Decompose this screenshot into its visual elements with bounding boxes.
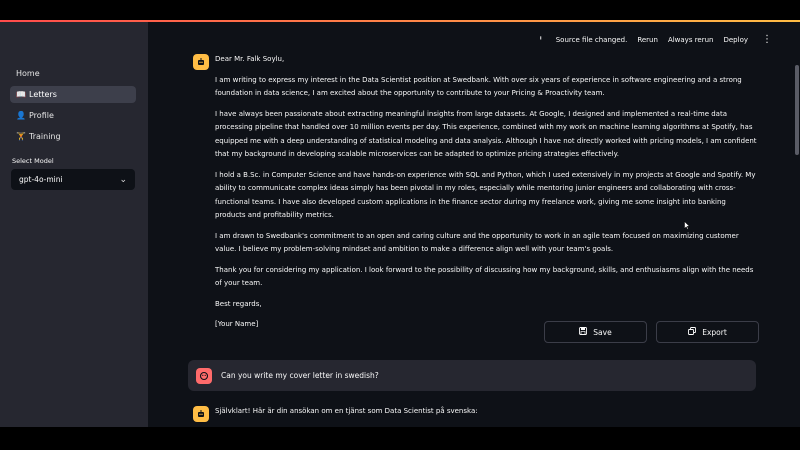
letter-paragraph: Thank you for considering my application… xyxy=(215,265,754,288)
sidebar-item-letters[interactable]: 📖 Letters xyxy=(10,86,136,103)
export-label: Export xyxy=(702,327,727,337)
letter-paragraph: I am drawn to Swedbank's commitment to a… xyxy=(215,231,739,254)
save-button[interactable]: Save xyxy=(544,321,647,343)
mouse-pointer-icon xyxy=(684,221,690,230)
deploy-button[interactable]: Deploy xyxy=(723,36,748,44)
main-content: ⁱ Source file changed. Rerun Always reru… xyxy=(148,22,800,427)
sidebar-item-label: Home xyxy=(16,69,40,78)
letter-paragraph: I hold a B.Sc. in Computer Science and h… xyxy=(215,170,756,220)
person-icon: 👤 xyxy=(16,111,26,120)
user-avatar-icon xyxy=(196,367,212,384)
sidebar-item-home[interactable]: Home xyxy=(10,65,136,82)
sidebar-item-profile[interactable]: 👤 Profile xyxy=(10,107,136,124)
model-select-label: Select Model xyxy=(12,157,54,165)
always-rerun-button[interactable]: Always rerun xyxy=(668,36,714,44)
more-menu-icon[interactable]: ⋮ xyxy=(762,34,772,45)
sidebar-item-label: Profile xyxy=(29,111,54,120)
weightlifter-icon: 🏋 xyxy=(16,132,26,141)
scrollbar[interactable] xyxy=(794,22,800,427)
bot-avatar-icon xyxy=(193,54,209,70)
sidebar-item-label: Training xyxy=(29,132,61,141)
toolbar: ⁱ Source file changed. Rerun Always reru… xyxy=(536,34,772,45)
rerun-button[interactable]: Rerun xyxy=(637,36,658,44)
letter-body: Dear Mr. Falk Soylu, I am writing to exp… xyxy=(215,53,758,332)
sidebar-item-label: Letters xyxy=(29,90,57,99)
status-text: Source file changed. xyxy=(555,35,628,44)
letter-greeting: Dear Mr. Falk Soylu, xyxy=(215,55,285,63)
user-message-text: Can you write my cover letter in swedish… xyxy=(221,371,379,380)
book-icon: 📖 xyxy=(16,90,26,99)
sidebar-nav: Home 📖 Letters 👤 Profile 🏋 Training xyxy=(10,65,136,149)
letter-closing: Best regards, xyxy=(215,299,262,308)
top-bar xyxy=(0,0,800,20)
chevron-down-icon: ⌄ xyxy=(119,174,127,185)
floppy-disk-icon xyxy=(579,327,588,337)
scrollbar-thumb[interactable] xyxy=(795,65,799,155)
assistant-message: Dear Mr. Falk Soylu, I am writing to exp… xyxy=(193,53,758,339)
export-button[interactable]: Export xyxy=(656,321,759,343)
app-window: Home 📖 Letters 👤 Profile 🏋 Training Sele… xyxy=(0,0,800,427)
save-label: Save xyxy=(593,327,612,337)
letter-actions: Save Export xyxy=(544,321,759,343)
bot-avatar-icon xyxy=(193,406,209,422)
assistant-reply: Självklart! Här är din ansökan om en tjä… xyxy=(193,405,758,422)
sidebar-item-training[interactable]: 🏋 Training xyxy=(10,128,136,145)
letter-paragraph: I have always been passionate about extr… xyxy=(215,109,757,159)
copy-icon xyxy=(688,327,697,337)
info-icon: ⁱ xyxy=(539,35,542,44)
sidebar: Home 📖 Letters 👤 Profile 🏋 Training Sele… xyxy=(0,22,148,427)
model-select[interactable]: gpt-4o-mini ⌄ xyxy=(11,169,135,190)
letter-paragraph: I am writing to express my interest in t… xyxy=(215,75,742,98)
user-message: Can you write my cover letter in swedish… xyxy=(188,360,756,391)
model-select-value: gpt-4o-mini xyxy=(19,175,63,184)
reply-text: Självklart! Här är din ansökan om en tjä… xyxy=(215,407,478,415)
